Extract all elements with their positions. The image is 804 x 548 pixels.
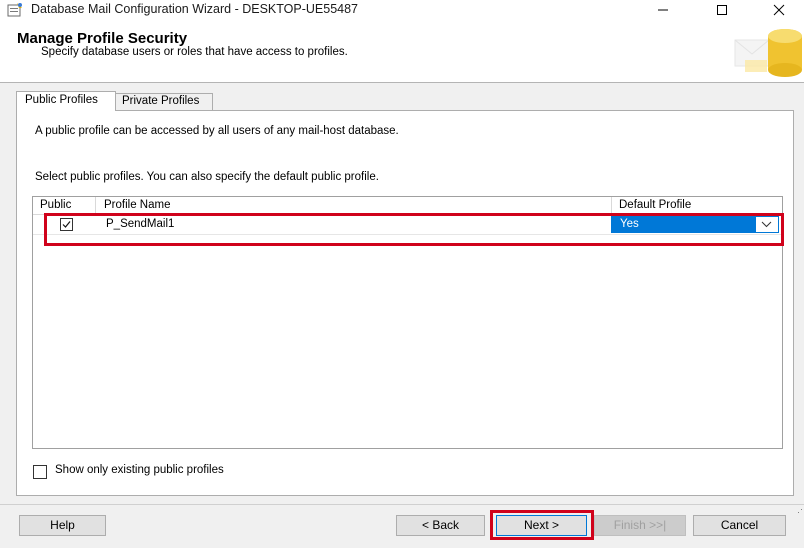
show-existing-label: Show only existing public profiles — [55, 464, 224, 476]
maximize-button[interactable] — [699, 0, 745, 20]
cancel-button[interactable]: Cancel — [693, 515, 786, 536]
footer-divider — [0, 504, 804, 505]
page-title: Manage Profile Security — [17, 30, 188, 47]
finish-button[interactable]: Finish >>| — [594, 515, 686, 536]
resize-grip-icon[interactable]: ⋰ — [797, 504, 804, 515]
close-button[interactable] — [756, 0, 802, 20]
title-bar: Database Mail Configuration Wizard - DES… — [0, 0, 804, 20]
database-mail-banner-icon — [733, 22, 804, 80]
column-divider — [95, 197, 96, 214]
tab-public-profiles[interactable]: Public Profiles — [16, 91, 116, 111]
minimize-button[interactable] — [640, 0, 686, 20]
public-profile-description: A public profile can be accessed by all … — [35, 125, 399, 137]
show-existing-checkbox[interactable] — [33, 465, 47, 479]
wizard-header: Manage Profile Security Specify database… — [0, 20, 804, 83]
public-profile-instruction: Select public profiles. You can also spe… — [35, 171, 379, 183]
highlight-box-next-button — [490, 510, 594, 540]
help-button[interactable]: Help — [19, 515, 106, 536]
column-header-public: Public — [40, 199, 72, 211]
column-header-profile-name: Profile Name — [104, 199, 171, 211]
column-divider — [611, 197, 612, 214]
highlight-box-profile-row — [44, 213, 784, 246]
wizard-app-icon — [6, 2, 24, 18]
tab-private-profiles[interactable]: Private Profiles — [116, 93, 213, 111]
window-title: Database Mail Configuration Wizard - DES… — [31, 2, 358, 16]
page-subtitle: Specify database users or roles that hav… — [41, 46, 348, 58]
column-header-default-profile: Default Profile — [619, 199, 692, 211]
back-button[interactable]: < Back — [396, 515, 485, 536]
